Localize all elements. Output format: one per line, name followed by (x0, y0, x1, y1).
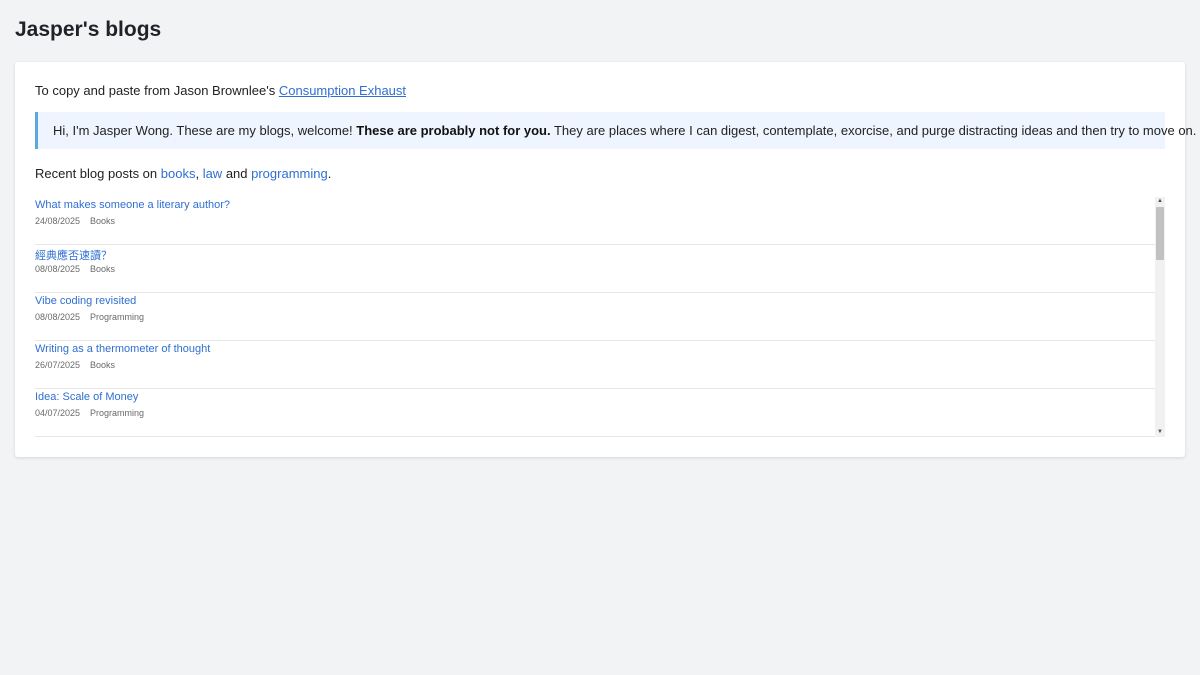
post-tag: Programming (90, 408, 145, 418)
callout-bold-text: These are probably not for you. (356, 123, 551, 138)
post-tag: Programming (90, 312, 145, 322)
recent-suffix: . (327, 166, 332, 181)
recent-posts-line: Recent blog posts on books, law and prog… (35, 166, 331, 181)
post-date: 04/07/2025 (35, 408, 81, 418)
post-tag: Books (90, 264, 116, 274)
scroll-down-arrow-icon[interactable]: ▼ (1155, 428, 1165, 437)
post-date: 08/08/2025 (35, 312, 81, 322)
post-item: What makes someone a literary author? 24… (35, 197, 1155, 245)
post-meta: 26/07/2025 Books (35, 360, 115, 370)
content-card: To copy and paste from Jason Brownlee's … (15, 62, 1196, 457)
post-tag: Books (90, 216, 116, 226)
books-link[interactable]: books (161, 166, 196, 181)
welcome-callout: Hi, I'm Jasper Wong. These are my blogs,… (35, 112, 1196, 149)
post-meta: 24/08/2025 Books (35, 216, 115, 226)
callout-text-end: They are places where I can digest, cont… (550, 123, 1197, 138)
post-title-link[interactable]: Idea: Scale of Money (35, 391, 138, 403)
post-list[interactable]: What makes someone a literary author? 24… (35, 197, 1165, 437)
post-item: Writing as a thermometer of thought 26/0… (35, 341, 1155, 389)
callout-text-start: Hi, I'm Jasper Wong. These are my blogs,… (53, 123, 357, 138)
post-tag: Books (90, 360, 116, 370)
scrollbar-thumb[interactable] (1156, 207, 1164, 260)
post-item: 經典應否速讀？ 08/08/2025 Books (35, 245, 1155, 293)
consumption-exhaust-link[interactable]: Consumption Exhaust (279, 83, 406, 98)
post-title-link[interactable]: What makes someone a literary author? (35, 199, 230, 211)
recent-separator-1: , (195, 166, 203, 181)
intro-line: To copy and paste from Jason Brownlee's … (35, 83, 406, 98)
post-list-scrollbar[interactable]: ▲ ▼ (1155, 197, 1165, 437)
post-item: Vibe coding revisited 08/08/2025 Programm… (35, 293, 1155, 341)
intro-text: To copy and paste from Jason Brownlee's (35, 83, 279, 98)
programming-link[interactable]: programming (251, 166, 328, 181)
post-item: Idea: Scale of Money 04/07/2025 Programmi… (35, 389, 1155, 437)
recent-prefix: Recent blog posts on (35, 166, 161, 181)
post-date: 24/08/2025 (35, 216, 81, 226)
post-title-link[interactable]: 經典應否速讀？ (35, 247, 112, 263)
law-link[interactable]: law (203, 166, 223, 181)
post-date: 08/08/2025 (35, 264, 81, 274)
post-meta: 08/08/2025 Programming (35, 312, 144, 322)
post-date: 26/07/2025 (35, 360, 81, 370)
recent-separator-2: and (222, 166, 252, 181)
post-title-link[interactable]: Vibe coding revisited (35, 295, 136, 307)
scroll-up-arrow-icon[interactable]: ▲ (1155, 197, 1165, 206)
post-meta: 08/08/2025 Books (35, 264, 115, 274)
post-title-link[interactable]: Writing as a thermometer of thought (35, 343, 210, 355)
page-title: Jasper's blogs (15, 18, 162, 41)
post-meta: 04/07/2025 Programming (35, 408, 144, 418)
